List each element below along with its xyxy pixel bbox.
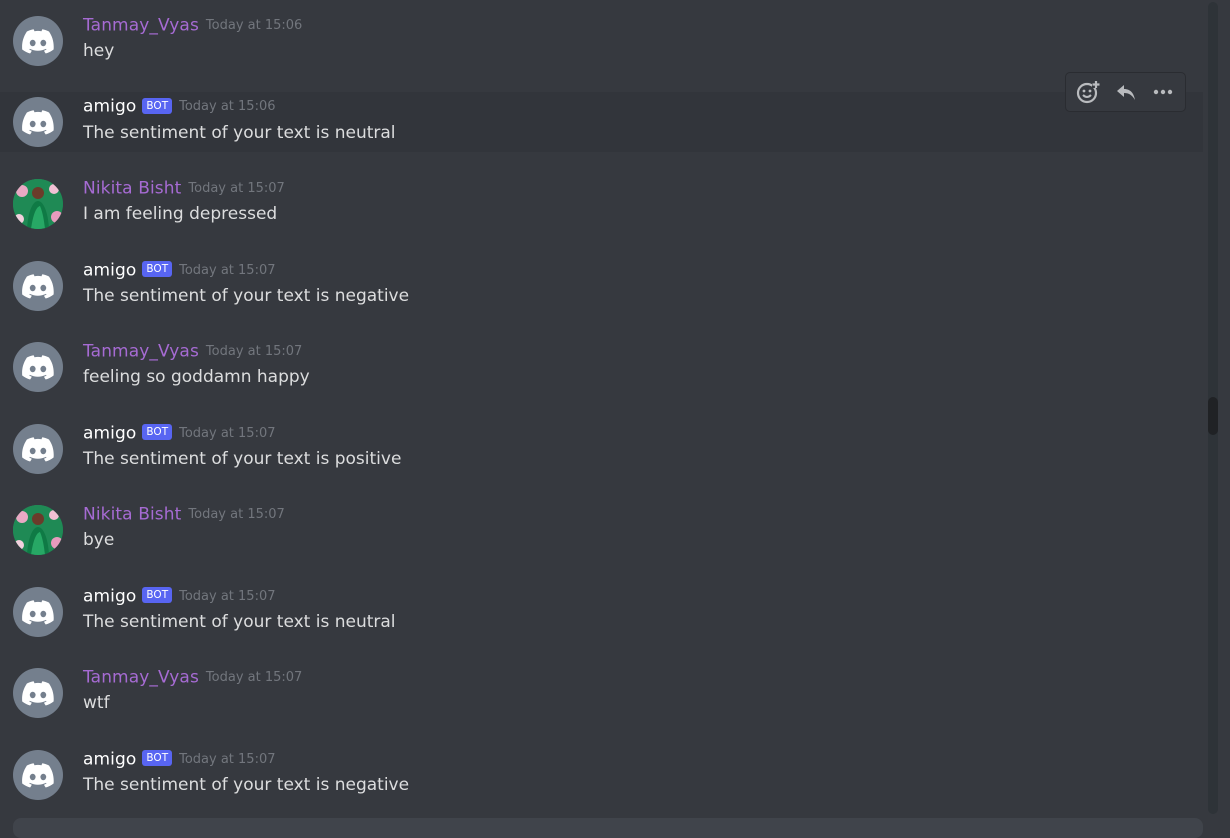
username[interactable]: amigo — [83, 97, 136, 117]
timestamp[interactable]: Today at 15:07 — [206, 344, 302, 359]
message-content: The sentiment of your text is neutral — [83, 611, 396, 632]
avatar[interactable] — [13, 97, 63, 147]
timestamp[interactable]: Today at 15:07 — [179, 589, 275, 604]
username[interactable]: Nikita Bisht — [83, 179, 181, 199]
username[interactable]: amigo — [83, 260, 136, 280]
message-item[interactable]: amigo BOT Today at 15:07 The sentiment of y… — [0, 246, 1203, 311]
bot-tag: BOT — [142, 587, 173, 603]
scrollbar-thumb[interactable] — [1208, 397, 1218, 435]
username[interactable]: Tanmay_Vyas — [83, 16, 199, 36]
message-item[interactable]: amigo BOT Today at 15:07 The sentiment of y… — [0, 735, 1203, 800]
avatar[interactable] — [13, 749, 63, 800]
discord-logo-icon — [22, 436, 54, 461]
avatar[interactable] — [13, 586, 63, 637]
message-content: The sentiment of your text is negative — [83, 774, 410, 795]
avatar[interactable] — [13, 668, 63, 718]
more-horizontal-icon — [1153, 89, 1172, 95]
timestamp[interactable]: Today at 15:07 — [188, 181, 284, 196]
message-item[interactable]: amigo BOT Today at 15:06 The sentiment of y… — [0, 92, 1203, 152]
user-photo — [13, 179, 63, 229]
username[interactable]: amigo — [83, 586, 136, 606]
message-item[interactable]: Nikita Bisht Today at 15:07 bye — [0, 490, 1203, 555]
add-reaction-button[interactable] — [1072, 76, 1106, 108]
message-item[interactable]: amigo BOT Today at 15:07 The sentiment of y… — [0, 572, 1203, 637]
more-button[interactable] — [1146, 76, 1180, 108]
discord-logo-icon — [22, 273, 54, 298]
timestamp[interactable]: Today at 15:07 — [179, 426, 275, 441]
message-actions-toolbar — [1065, 72, 1186, 112]
timestamp[interactable]: Today at 15:07 — [179, 263, 275, 278]
discord-logo-icon — [22, 762, 54, 787]
username[interactable]: amigo — [83, 749, 136, 769]
message-header: amigo BOT Today at 15:07 — [83, 749, 276, 773]
message-item[interactable]: Tanmay_Vyas Today at 15:07 feeling so godd… — [0, 327, 1203, 392]
username[interactable]: Tanmay_Vyas — [83, 342, 199, 362]
message-header: Nikita Bisht Today at 15:07 — [83, 504, 285, 528]
message-content: feeling so goddamn happy — [83, 367, 310, 387]
message-header: Tanmay_Vyas Today at 15:07 — [83, 667, 302, 691]
bot-tag: BOT — [142, 97, 173, 114]
message-header: amigo BOT Today at 15:07 — [83, 423, 276, 447]
timestamp[interactable]: Today at 15:07 — [179, 752, 275, 767]
timestamp[interactable]: Today at 15:06 — [206, 18, 302, 33]
timestamp[interactable]: Today at 15:07 — [206, 670, 302, 685]
discord-logo-icon — [22, 29, 54, 54]
message-item[interactable]: amigo BOT Today at 15:07 The sentiment of y… — [0, 409, 1203, 474]
message-content: The sentiment of your text is negative — [83, 285, 410, 306]
avatar[interactable] — [13, 342, 63, 392]
username[interactable]: Tanmay_Vyas — [83, 668, 199, 688]
discord-logo-icon — [22, 681, 54, 706]
message-item[interactable]: Nikita Bisht Today at 15:07 I am feeling d… — [0, 164, 1203, 229]
timestamp[interactable]: Today at 15:06 — [179, 99, 275, 114]
avatar[interactable] — [13, 16, 63, 66]
message-list[interactable]: Tanmay_Vyas Today at 15:06 hey amigo BOT Toda… — [0, 0, 1206, 828]
bot-tag: BOT — [142, 424, 173, 440]
user-photo — [13, 505, 63, 555]
timestamp[interactable]: Today at 15:07 — [188, 507, 284, 522]
message-content: The sentiment of your text is positive — [83, 448, 402, 469]
message-item[interactable]: Tanmay_Vyas Today at 15:06 hey — [0, 1, 1203, 66]
message-header: amigo BOT Today at 15:06 — [83, 96, 276, 120]
discord-logo-icon — [22, 355, 54, 380]
reply-button[interactable] — [1109, 76, 1143, 108]
bot-tag: BOT — [142, 750, 173, 766]
avatar[interactable] — [13, 179, 63, 229]
avatar[interactable] — [13, 505, 63, 555]
message-content: wtf — [83, 693, 110, 713]
message-header: Nikita Bisht Today at 15:07 — [83, 178, 285, 202]
message-header: Tanmay_Vyas Today at 15:06 — [83, 15, 302, 39]
message-header: Tanmay_Vyas Today at 15:07 — [83, 341, 302, 365]
message-content: The sentiment of your text is neutral — [83, 123, 396, 143]
emoji-add-icon — [1076, 80, 1100, 104]
bot-tag: BOT — [142, 261, 173, 277]
reply-icon — [1116, 85, 1135, 100]
message-header: amigo BOT Today at 15:07 — [83, 586, 276, 610]
avatar[interactable] — [13, 423, 63, 474]
avatar[interactable] — [13, 260, 63, 311]
message-composer[interactable] — [13, 818, 1203, 838]
username[interactable]: Nikita Bisht — [83, 505, 181, 525]
username[interactable]: amigo — [83, 423, 136, 443]
message-content: I am feeling depressed — [83, 204, 278, 224]
message-content: bye — [83, 530, 115, 550]
message-content: hey — [83, 41, 115, 61]
message-item[interactable]: Tanmay_Vyas Today at 15:07 wtf — [0, 653, 1203, 718]
discord-logo-icon — [22, 599, 54, 624]
message-header: amigo BOT Today at 15:07 — [83, 260, 276, 284]
discord-logo-icon — [22, 110, 54, 135]
